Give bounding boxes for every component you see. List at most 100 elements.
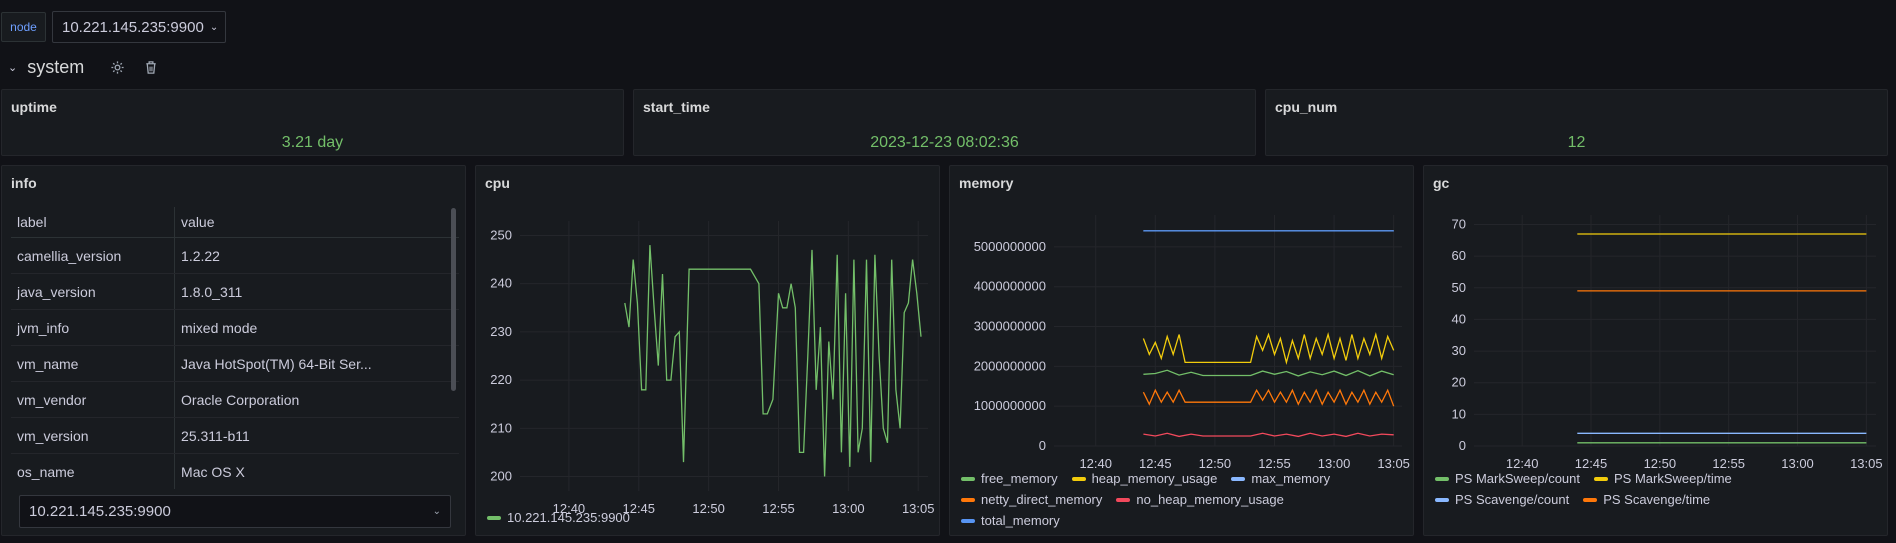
y-tick-label: 30 — [1452, 343, 1466, 358]
table-cell: camellia_version — [11, 237, 175, 274]
series-line-10-221-145-235-9900[interactable] — [624, 245, 922, 477]
legend-item[interactable]: total_memory — [961, 513, 1060, 528]
series-line-netty-direct-memory[interactable] — [1142, 388, 1395, 407]
x-tick-label: 12:40 — [1506, 456, 1539, 471]
table-row: jvm_info mixed mode — [11, 309, 459, 346]
chart-legend: PS MarkSweep/count PS MarkSweep/time PS Sc… — [1435, 471, 1765, 507]
x-tick-label: 12:50 — [1644, 456, 1677, 471]
trash-icon[interactable] — [142, 58, 160, 76]
table-cell: vm_vendor — [11, 381, 175, 418]
y-tick-label: 250 — [490, 227, 512, 242]
x-tick-label: 12:45 — [1575, 456, 1608, 471]
panel-title: start_time — [643, 99, 710, 115]
legend-swatch — [1231, 476, 1246, 481]
legend-item[interactable]: PS MarkSweep/count — [1435, 471, 1580, 486]
series-line-heap-memory-usage[interactable] — [1142, 332, 1395, 365]
table-cell: 1.8.0_311 — [174, 273, 459, 310]
gear-icon[interactable] — [108, 58, 126, 76]
stat-panel-uptime: uptime 3.21 day — [1, 89, 624, 156]
legend-swatch — [487, 515, 501, 520]
panel-title: gc — [1433, 175, 1450, 191]
x-tick-label: 13:00 — [1781, 456, 1814, 471]
table-cell: vm_version — [11, 417, 175, 454]
table-header-row: label value — [11, 207, 459, 238]
table-cell: jvm_info — [11, 309, 175, 346]
x-tick-label: 13:00 — [1318, 456, 1351, 471]
x-tick-label: 12:45 — [1139, 456, 1172, 471]
panel-title: memory — [959, 175, 1014, 191]
x-tick-label: 12:40 — [1079, 456, 1112, 471]
legend-label: total_memory — [981, 513, 1060, 528]
x-tick-label: 12:50 — [1199, 456, 1232, 471]
legend-item[interactable]: PS Scavenge/count — [1435, 492, 1569, 507]
y-tick-label: 2000000000 — [974, 358, 1046, 373]
legend-swatch — [961, 476, 975, 481]
legend-item[interactable]: max_memory — [1231, 471, 1330, 486]
x-tick-label: 12:55 — [762, 501, 795, 516]
legend-item[interactable]: 10.221.145.235:9900 — [487, 510, 630, 525]
x-tick-label: 13:05 — [1850, 456, 1883, 471]
series-line-no-heap-memory-usage[interactable] — [1143, 432, 1394, 438]
y-tick-label: 10 — [1452, 406, 1466, 421]
panel-title: uptime — [11, 99, 57, 115]
x-tick-label: 13:05 — [902, 501, 935, 516]
x-tick-label: 13:00 — [832, 501, 865, 516]
y-tick-label: 240 — [490, 276, 512, 291]
column-header-label[interactable]: label — [11, 207, 175, 238]
table-cell: Oracle Corporation — [174, 381, 459, 418]
legend-item[interactable]: PS MarkSweep/time — [1594, 471, 1732, 486]
y-tick-label: 200 — [490, 469, 512, 484]
legend-label: netty_direct_memory — [981, 492, 1103, 507]
cpu-chart[interactable]: 20021022023024025012:40 12:45 12:50 12:55 13… — [476, 191, 939, 521]
legend-label: free_memory — [981, 471, 1058, 486]
y-tick-label: 5000000000 — [974, 239, 1046, 254]
gc-chart[interactable]: 0 10 20 30 40 50 60 70 12:40 12:45 12:50 12:55 13:00… — [1424, 191, 1887, 481]
table-cell: os_name — [17, 463, 75, 480]
y-tick-label: 20 — [1452, 375, 1466, 390]
chevron-down-icon: ⌄ — [209, 21, 219, 33]
y-tick-label: 1000000000 — [974, 398, 1046, 413]
legend-item[interactable]: netty_direct_memory — [961, 492, 1102, 507]
table-row: java_version 1.8.0_311 — [11, 273, 459, 310]
node-variable-select[interactable]: 10.221.145.235:9900 ⌄ — [52, 11, 226, 43]
y-tick-label: 70 — [1452, 216, 1466, 231]
table-cell: 1.2.22 — [174, 237, 459, 274]
memory-chart[interactable]: 0 1000000000 2000000000 3000000000 400000000… — [950, 191, 1413, 481]
legend-label: PS Scavenge/time — [1603, 492, 1711, 507]
y-tick-label: 220 — [490, 372, 512, 387]
legend-item[interactable]: no_heap_memory_usage — [1116, 492, 1284, 507]
legend-item[interactable]: free_memory — [961, 471, 1058, 486]
table-scrollbar[interactable] — [451, 208, 456, 391]
info-select-value: 10.221.145.235:9900 — [29, 503, 171, 520]
legend-swatch — [1435, 476, 1449, 481]
info-panel: info label value camellia_version 1.2.22 … — [1, 165, 466, 536]
y-tick-label: 210 — [490, 420, 512, 435]
stat-panel-start-time: start_time 2023-12-23 08:02:36 — [633, 89, 1256, 156]
row-header-system[interactable]: ⌄ system — [8, 54, 160, 80]
node-variable-value: 10.221.145.235:9900 — [62, 18, 204, 36]
legend-item[interactable]: PS Scavenge/time — [1583, 492, 1710, 507]
y-tick-label: 230 — [490, 324, 512, 339]
variables-bar: node 10.221.145.235:9900 ⌄ — [0, 0, 1896, 52]
table-row: vm_version 25.311-b11 — [11, 417, 459, 454]
legend-swatch — [1116, 497, 1131, 502]
y-tick-label: 50 — [1452, 280, 1466, 295]
x-tick-label: 12:50 — [692, 501, 725, 516]
column-header-value[interactable]: value — [174, 207, 459, 238]
legend-item[interactable]: heap_memory_usage — [1071, 471, 1217, 486]
legend-swatch — [1594, 476, 1609, 481]
chart-legend: 10.221.145.235:9900 — [487, 510, 644, 525]
table-cell: mixed mode — [174, 309, 459, 346]
chevron-down-icon[interactable]: ⌄ — [8, 61, 17, 74]
series-line-free-memory[interactable] — [1143, 369, 1394, 377]
legend-label: PS MarkSweep/count — [1455, 471, 1581, 486]
cpu-panel: cpu 200 210 220 230 240 250 12:40 12:45 12:50 12:… — [475, 165, 940, 536]
legend-label: 10.221.145.235:9900 — [507, 510, 630, 525]
legend-label: no_heap_memory_usage — [1136, 492, 1284, 507]
info-node-select[interactable]: 10.221.145.235:9900 ⌄ — [19, 495, 451, 528]
legend-swatch — [1435, 497, 1449, 502]
x-tick-label: 12:55 — [1258, 456, 1291, 471]
table-cell: java_version — [11, 273, 175, 310]
legend-label: max_memory — [1251, 471, 1331, 486]
legend-label: PS MarkSweep/time — [1614, 471, 1732, 486]
